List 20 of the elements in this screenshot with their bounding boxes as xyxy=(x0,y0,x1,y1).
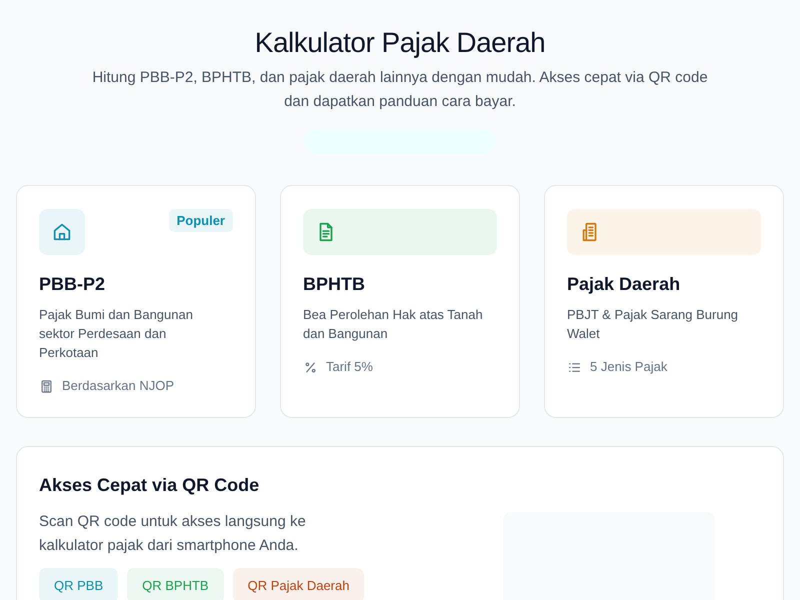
calculator-icon xyxy=(39,378,54,394)
card-title: Pajak Daerah xyxy=(567,273,682,295)
qr-button[interactable]: QR Pajak Daerah xyxy=(232,568,364,600)
page-title: Kalkulator Pajak Daerah xyxy=(254,26,546,60)
card-title: BPHTB xyxy=(303,273,366,295)
card-description: Bea Perolehan Hak atas Tanah dan Bangunan xyxy=(303,306,483,343)
card-note: Tarif 5% xyxy=(326,358,373,376)
card-note: 5 Jenis Pajak xyxy=(590,358,668,376)
card-description: Pajak Bumi dan Bangunan sektor Perdesaan dan Perkotaan xyxy=(39,306,194,362)
tax-card[interactable]: Pajak Daerah PBJT & Pajak Sarang Burung Walet 5 Jenis Pajak xyxy=(544,185,784,418)
card-title: PBB-P2 xyxy=(39,273,106,295)
card-description: PBJT & Pajak Sarang Burung Walet xyxy=(567,306,740,343)
popular-badge: Populer xyxy=(168,209,233,232)
card-note: Berdasarkan NJOP xyxy=(62,377,174,395)
percent-icon xyxy=(303,360,318,374)
section-description: Scan QR code untuk akses langsung ke kalkulator pajak dari smartphone Anda. xyxy=(39,512,307,556)
section-title: Akses Cepat via QR Code xyxy=(39,474,260,496)
tax-card[interactable]: BPHTB Bea Perolehan Hak atas Tanah dan Bangunan Tarif 5% xyxy=(280,185,520,418)
page-subtitle: Hitung PBB-P2, BPHTB, dan pajak daerah lainnya dengan mudah. Akses cepat via QR code dan dapatkan panduan cara bayar. xyxy=(91,68,709,112)
tax-card[interactable]: Populer PBB-P2 Pajak Bumi dan Bangunan sektor Perdesaan dan Perkotaan Berdasarkan NJOP xyxy=(16,185,256,418)
